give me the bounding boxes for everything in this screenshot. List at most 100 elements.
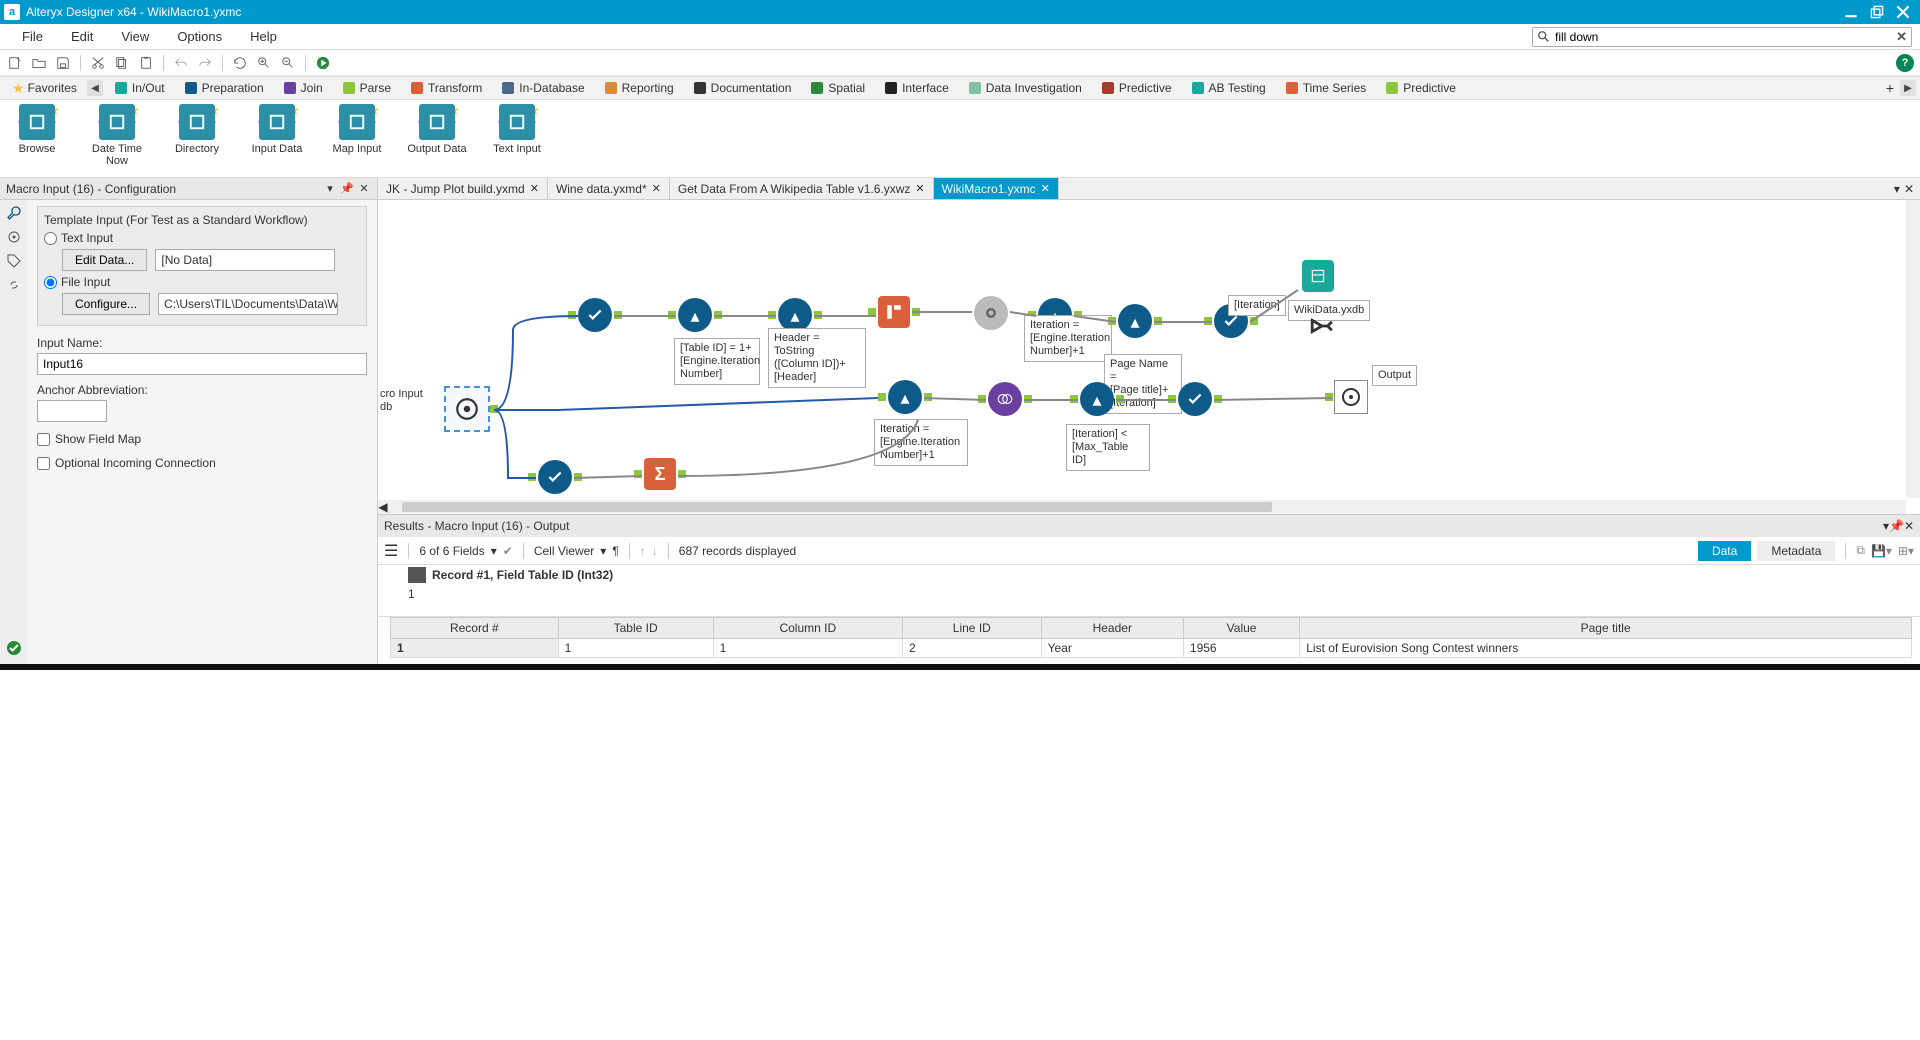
nav-left-icon[interactable]: ◀ [87, 80, 103, 96]
tool-formula-2[interactable] [778, 298, 812, 332]
tab-getdatafromawikipediatablev16yxwz[interactable]: Get Data From A Wikipedia Table v1.6.yxw… [670, 178, 934, 199]
tool-gear[interactable] [974, 296, 1008, 330]
add-category-icon[interactable]: + [1882, 80, 1898, 96]
wrench-icon[interactable] [5, 204, 23, 222]
category-indatabase[interactable]: In-Database [492, 81, 594, 95]
canvas-vertical-scrollbar[interactable] [1906, 200, 1920, 498]
search-input[interactable] [1551, 30, 1896, 44]
check-icon[interactable]: ✔ [503, 544, 513, 558]
menu-options[interactable]: Options [163, 26, 236, 47]
col-value[interactable]: Value [1183, 618, 1299, 639]
tab-wikimacro1yxmc[interactable]: WikiMacro1.yxmc✕ [934, 178, 1059, 199]
category-timeseries[interactable]: Time Series [1276, 81, 1377, 95]
new-icon[interactable] [6, 54, 24, 72]
canvas-horizontal-scrollbar[interactable]: ◀ [378, 500, 1906, 514]
palette-text-input[interactable]: ★Text Input [486, 104, 548, 155]
palette-date-time-now[interactable]: ★Date Time Now [86, 104, 148, 167]
category-predictive[interactable]: Predictive [1092, 81, 1182, 95]
palette-input-data[interactable]: ★Input Data [246, 104, 308, 155]
search-box[interactable]: ✕ [1532, 27, 1912, 47]
search-clear-icon[interactable]: ✕ [1896, 29, 1907, 45]
save-icon[interactable] [54, 54, 72, 72]
tag-icon[interactable] [5, 252, 23, 270]
show-field-map-checkbox[interactable]: Show Field Map [37, 432, 367, 446]
radio-text-input[interactable]: Text Input [44, 231, 360, 245]
sort-asc-icon[interactable]: ↑ [640, 544, 646, 558]
tab-close-icon[interactable]: ✕ [652, 182, 661, 195]
tab-winedatayxmd[interactable]: Wine data.yxmd*✕ [548, 178, 670, 199]
category-reporting[interactable]: Reporting [595, 81, 684, 95]
results-table[interactable]: Record #Table IDColumn IDLine IDHeaderVa… [390, 617, 1912, 658]
col-columnid[interactable]: Column ID [713, 618, 902, 639]
optional-incoming-checkbox[interactable]: Optional Incoming Connection [37, 456, 367, 470]
fields-dropdown-icon[interactable]: ▾ [491, 544, 497, 558]
anchor-field[interactable] [37, 400, 107, 422]
data-tab[interactable]: Data [1698, 541, 1751, 561]
redo-icon[interactable] [196, 54, 214, 72]
list-icon[interactable]: ☰ [384, 541, 398, 561]
category-inout[interactable]: In/Out [105, 81, 175, 95]
undo-icon[interactable] [172, 54, 190, 72]
fields-label[interactable]: 6 of 6 Fields [419, 544, 484, 558]
menu-view[interactable]: View [107, 26, 163, 47]
tab-close-icon[interactable]: ✕ [915, 182, 924, 195]
open-icon[interactable] [30, 54, 48, 72]
edit-data-button[interactable]: Edit Data... [62, 249, 147, 271]
configure-button[interactable]: Configure... [62, 293, 150, 315]
palette-map-input[interactable]: ★Map Input [326, 104, 388, 155]
tool-select-top[interactable] [578, 298, 612, 332]
category-documentation[interactable]: Documentation [684, 81, 802, 95]
tool-filter[interactable] [1080, 382, 1114, 416]
results-pin-icon[interactable]: 📌 [1889, 519, 1904, 533]
tab-close-icon[interactable]: ✕ [530, 182, 539, 195]
tool-formula-mid[interactable] [888, 380, 922, 414]
refresh-icon[interactable] [231, 54, 249, 72]
table-row[interactable]: 1112Year1956List of Eurovision Song Cont… [391, 639, 1912, 658]
restore-button[interactable] [1870, 5, 1884, 19]
palette-directory[interactable]: ★Directory [166, 104, 228, 155]
panel-pin-icon[interactable]: 📌 [340, 182, 354, 196]
tool-formula-4[interactable] [1118, 304, 1152, 338]
tool-select-bottom[interactable] [538, 460, 572, 494]
copy-results-icon[interactable]: ⧉ [1856, 543, 1865, 558]
tool-transpose[interactable] [878, 296, 910, 328]
menu-edit[interactable]: Edit [57, 26, 107, 47]
pilcrow-icon[interactable]: ¶ [612, 544, 618, 558]
cut-icon[interactable] [89, 54, 107, 72]
col-lineid[interactable]: Line ID [902, 618, 1041, 639]
results-close-icon[interactable]: ✕ [1904, 519, 1914, 533]
col-pagetitle[interactable]: Page title [1300, 618, 1912, 639]
category-predictive[interactable]: Predictive [1376, 81, 1466, 95]
tool-macro-output-arrow[interactable] [1308, 312, 1336, 340]
input-name-field[interactable] [37, 353, 367, 375]
category-spatial[interactable]: Spatial [801, 81, 875, 95]
tab-close-icon[interactable]: ✕ [1041, 182, 1050, 195]
category-transform[interactable]: Transform [401, 81, 492, 95]
radio-file-input[interactable]: File Input [44, 275, 360, 289]
paste-icon[interactable] [137, 54, 155, 72]
palette-output-data[interactable]: ★Output Data [406, 104, 468, 155]
macro-output-tool[interactable] [1334, 380, 1368, 414]
col-tableid[interactable]: Table ID [558, 618, 713, 639]
tab-jkjumpplotbuildyxmd[interactable]: JK - Jump Plot build.yxmd✕ [378, 178, 548, 199]
nav-right-icon[interactable]: ▶ [1900, 80, 1916, 96]
tool-join[interactable] [988, 382, 1022, 416]
zoom-in-icon[interactable] [255, 54, 273, 72]
panel-menu-icon[interactable]: ▾ [323, 182, 337, 196]
menu-file[interactable]: File [8, 26, 57, 47]
category-interface[interactable]: Interface [875, 81, 959, 95]
close-button[interactable] [1896, 5, 1910, 19]
category-preparation[interactable]: Preparation [175, 81, 274, 95]
cellviewer-dropdown-icon[interactable]: ▾ [600, 544, 606, 558]
favorites-tab[interactable]: ★Favorites [4, 80, 85, 97]
sort-desc-icon[interactable]: ↓ [652, 544, 658, 558]
palette-browse[interactable]: ★Browse [6, 104, 68, 155]
target-icon[interactable] [5, 228, 23, 246]
category-parse[interactable]: Parse [333, 81, 401, 95]
tool-summarize[interactable]: Σ [644, 458, 676, 490]
minimize-button[interactable] [1844, 5, 1858, 19]
col-record[interactable]: Record # [391, 618, 559, 639]
category-abtesting[interactable]: AB Testing [1182, 81, 1276, 95]
menu-help[interactable]: Help [236, 26, 291, 47]
copy-icon[interactable] [113, 54, 131, 72]
